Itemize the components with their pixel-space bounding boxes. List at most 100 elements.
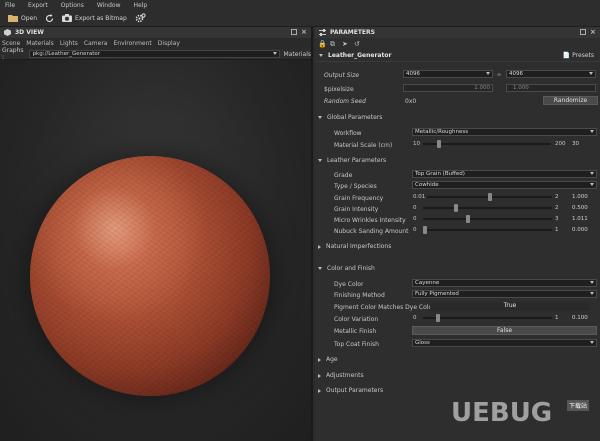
micro-wrinkles-slider[interactable] bbox=[423, 215, 552, 223]
collapse-arrow-icon[interactable] bbox=[319, 54, 323, 57]
copy-icon[interactable]: ⧉ bbox=[330, 40, 337, 48]
color-variation-slider[interactable] bbox=[423, 314, 552, 322]
nubuck-slider[interactable] bbox=[423, 226, 552, 234]
grade-select[interactable]: Top Grain (Buffed) bbox=[412, 170, 597, 178]
random-seed-label: Random Seed bbox=[324, 98, 366, 105]
slider-track bbox=[423, 143, 551, 145]
grain-intensity-slider[interactable] bbox=[423, 204, 552, 212]
chevron-down-icon bbox=[590, 281, 594, 284]
natural-imperfections-header[interactable]: Natural Imperfections bbox=[318, 243, 391, 250]
nubuck-label: Nubuck Sanding Amount bbox=[334, 228, 409, 235]
workflow-select[interactable]: Metallic/Roughness bbox=[412, 128, 597, 136]
pin-icon[interactable]: ➤ bbox=[342, 40, 349, 48]
slider-knob[interactable] bbox=[423, 226, 427, 234]
pigment-match-toggle[interactable]: True bbox=[430, 302, 590, 311]
chevron-down-icon bbox=[589, 72, 593, 75]
grain-intensity-row: Grain Intensity 0 2 0.500 bbox=[315, 204, 600, 215]
export-bitmap-button[interactable]: Export as Bitmap bbox=[62, 14, 127, 22]
micro-wrinkles-max: 3 bbox=[555, 216, 559, 222]
type-species-select[interactable]: Cowhide bbox=[412, 181, 597, 189]
output-height-value: 4096 bbox=[509, 71, 523, 77]
material-scale-value[interactable]: 30 bbox=[572, 141, 579, 147]
global-parameters-header[interactable]: Global Parameters bbox=[318, 114, 382, 121]
slider-knob[interactable] bbox=[436, 140, 441, 148]
age-label: Age bbox=[326, 356, 338, 363]
materials-label[interactable]: Materials bbox=[283, 51, 311, 58]
close-icon[interactable]: × bbox=[590, 29, 596, 36]
pigment-match-value: True bbox=[503, 302, 517, 309]
tab-materials[interactable]: Materials bbox=[26, 40, 54, 47]
leather-parameters-header[interactable]: Leather Parameters bbox=[318, 157, 386, 164]
color-finish-header[interactable]: Color and Finish bbox=[318, 265, 375, 272]
camera-icon bbox=[62, 14, 73, 22]
tab-display[interactable]: Display bbox=[158, 40, 180, 47]
adjustments-header[interactable]: Adjustments bbox=[318, 372, 364, 379]
reset-icon[interactable]: ↺ bbox=[354, 40, 361, 48]
3d-view-panel: 3D VIEW × Scene Materials Lights Camera … bbox=[0, 27, 313, 441]
parameters-panel: PARAMETERS × 🔒 ⧉ ➤ ↺ Leather_Generator 📄… bbox=[315, 27, 600, 441]
output-width-select[interactable]: 4096 bbox=[403, 70, 493, 78]
metallic-finish-toggle[interactable]: False bbox=[412, 326, 597, 335]
pixelsize-a-value: 1.000 bbox=[474, 85, 490, 91]
tab-environment[interactable]: Environment bbox=[113, 40, 151, 47]
lock-icon[interactable]: 🔒 bbox=[318, 40, 327, 48]
close-icon[interactable]: × bbox=[301, 29, 307, 36]
menu-file[interactable]: File bbox=[5, 2, 15, 9]
micro-wrinkles-value[interactable]: 1.011 bbox=[572, 216, 588, 222]
random-seed-value[interactable]: 0x0 bbox=[405, 98, 416, 105]
graph-select-value: pkg://Leather_Generator bbox=[32, 51, 100, 57]
finishing-method-select[interactable]: Fully Pigmented bbox=[412, 290, 597, 298]
dye-color-select[interactable]: Cayenne bbox=[412, 279, 597, 287]
randomize-button[interactable]: Randomize bbox=[543, 96, 598, 105]
grain-frequency-max: 2 bbox=[555, 194, 559, 200]
slider-knob[interactable] bbox=[465, 215, 470, 223]
tab-camera[interactable]: Camera bbox=[84, 40, 108, 47]
refresh-button[interactable] bbox=[45, 13, 54, 23]
output-parameters-header[interactable]: Output Parameters bbox=[318, 387, 383, 394]
3d-view-tabs: Scene Materials Lights Camera Environmen… bbox=[0, 38, 311, 49]
workflow-value: Metallic/Roughness bbox=[415, 129, 469, 135]
color-variation-value[interactable]: 0.100 bbox=[572, 315, 588, 321]
grain-frequency-value[interactable]: 1.000 bbox=[572, 194, 588, 200]
output-height-select[interactable]: 4096 bbox=[506, 70, 596, 78]
top-coat-select[interactable]: Gloss bbox=[412, 339, 597, 347]
menu-help[interactable]: Help bbox=[134, 2, 148, 9]
expand-arrow-icon bbox=[318, 357, 321, 362]
dye-color-value: Cayenne bbox=[415, 280, 440, 286]
grain-frequency-row: Grain Frequency 0.01 2 1.000 bbox=[315, 193, 600, 204]
pixelsize-a-field[interactable]: 1.000 bbox=[403, 84, 493, 92]
open-button[interactable]: Open bbox=[8, 14, 37, 22]
age-header[interactable]: Age bbox=[318, 356, 338, 363]
grain-intensity-value[interactable]: 0.500 bbox=[572, 205, 588, 211]
menu-window[interactable]: Window bbox=[97, 2, 121, 9]
undock-icon[interactable] bbox=[291, 29, 297, 35]
slider-knob[interactable] bbox=[454, 204, 459, 212]
settings-button[interactable] bbox=[135, 12, 146, 24]
undock-icon[interactable] bbox=[580, 29, 586, 35]
slider-knob[interactable] bbox=[487, 193, 492, 201]
grain-intensity-label: Grain Intensity bbox=[334, 206, 379, 213]
tab-lights[interactable]: Lights bbox=[60, 40, 78, 47]
material-scale-slider[interactable] bbox=[423, 140, 551, 148]
tab-scene[interactable]: Scene bbox=[2, 40, 20, 47]
3d-viewport[interactable] bbox=[0, 60, 311, 441]
finishing-method-row: Finishing Method Fully Pigmented bbox=[315, 290, 600, 301]
menu-options[interactable]: Options bbox=[61, 2, 84, 9]
nubuck-value[interactable]: 0.000 bbox=[572, 227, 588, 233]
chevron-down-icon bbox=[590, 341, 594, 344]
top-coat-row: Top Coat Finish Gloss bbox=[315, 339, 600, 350]
menu-export[interactable]: Export bbox=[28, 2, 48, 9]
global-parameters-label: Global Parameters bbox=[327, 114, 383, 121]
nubuck-row: Nubuck Sanding Amount 0 1 0.000 bbox=[315, 226, 600, 237]
grade-label: Grade bbox=[334, 172, 353, 179]
presets-button[interactable]: 📄 Presets bbox=[563, 52, 594, 59]
graph-select[interactable]: pkg://Leather_Generator bbox=[28, 50, 281, 58]
sliders-icon bbox=[319, 29, 326, 36]
link-icon[interactable]: ∞ bbox=[497, 72, 501, 78]
pixelsize-b-field[interactable]: 1.000 bbox=[506, 84, 596, 92]
finishing-method-value: Fully Pigmented bbox=[415, 291, 459, 297]
presets-label: Presets bbox=[572, 52, 594, 59]
natural-imperfections-label: Natural Imperfections bbox=[326, 243, 392, 250]
slider-knob[interactable] bbox=[435, 314, 440, 322]
grain-frequency-slider[interactable] bbox=[427, 193, 552, 201]
